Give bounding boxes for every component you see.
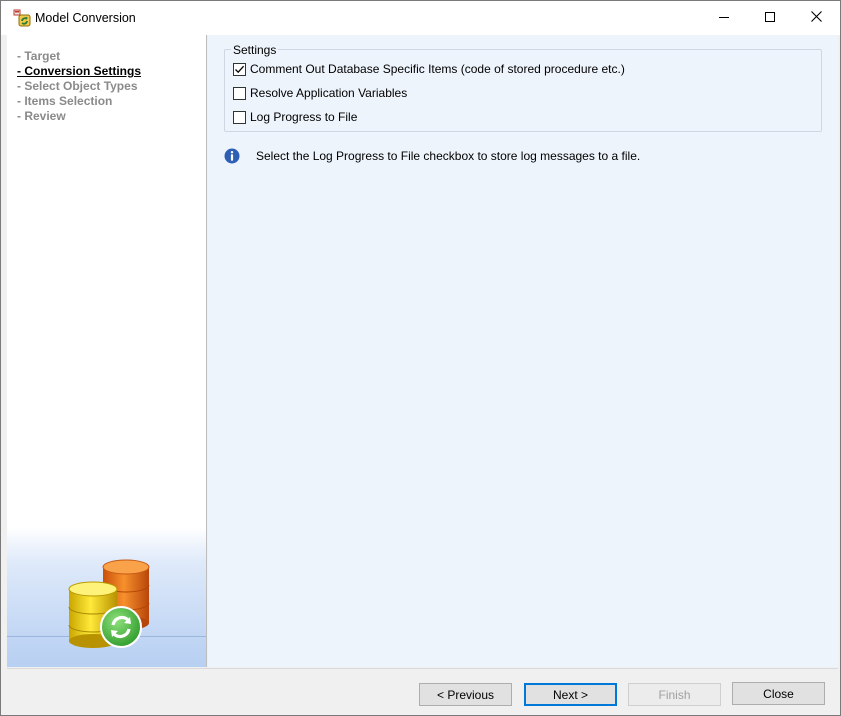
close-icon xyxy=(810,11,822,25)
next-button[interactable]: Next > xyxy=(524,683,617,706)
wizard-sidebar: - Target - Conversion Settings - Select … xyxy=(7,35,207,667)
minimize-icon xyxy=(719,11,729,25)
finish-button[interactable]: Finish xyxy=(628,683,721,706)
window-title: Model Conversion xyxy=(35,11,136,25)
comment-out-db-items-checkbox[interactable]: Comment Out Database Specific Items (cod… xyxy=(233,61,625,77)
step-items-selection: - Items Selection xyxy=(17,94,113,108)
button-bar: < Previous Next > Finish Close xyxy=(7,668,838,714)
minimize-button[interactable] xyxy=(701,1,747,35)
checkbox-box[interactable] xyxy=(233,110,246,124)
log-progress-checkbox[interactable]: Log Progress to File xyxy=(233,109,357,125)
checkbox-box[interactable] xyxy=(233,86,246,100)
step-target: - Target xyxy=(17,49,61,63)
settings-legend: Settings xyxy=(231,43,279,57)
close-window-button[interactable] xyxy=(793,1,839,35)
sidebar-banner xyxy=(7,527,206,667)
model-conversion-window: Model Conversion - Target - Conversion S… xyxy=(0,0,841,716)
maximize-button[interactable] xyxy=(747,1,793,35)
wizard-content: Settings Comment Out Database Specific I… xyxy=(208,35,838,667)
info-text: Select the Log Progress to File checkbox… xyxy=(256,149,641,163)
previous-button[interactable]: < Previous xyxy=(419,683,512,706)
maximize-icon xyxy=(765,11,775,25)
checkbox-box[interactable] xyxy=(233,62,246,76)
title-bar[interactable]: Model Conversion xyxy=(1,1,840,35)
step-conversion-settings: - Conversion Settings xyxy=(17,64,142,78)
step-select-object-types: - Select Object Types xyxy=(17,79,138,93)
step-review: - Review xyxy=(17,109,66,123)
checkbox-label[interactable]: Comment Out Database Specific Items (cod… xyxy=(250,62,625,76)
model-conversion-icon xyxy=(13,9,31,27)
resolve-app-variables-checkbox[interactable]: Resolve Application Variables xyxy=(233,85,407,101)
info-message: Select the Log Progress to File checkbox… xyxy=(224,148,640,164)
database-refresh-icon xyxy=(63,559,153,651)
checkmark-icon xyxy=(235,65,245,73)
close-button[interactable]: Close xyxy=(732,682,825,705)
settings-group: Settings Comment Out Database Specific I… xyxy=(224,44,822,132)
checkbox-label[interactable]: Log Progress to File xyxy=(250,110,357,124)
checkbox-label[interactable]: Resolve Application Variables xyxy=(250,86,407,100)
wizard-steps: - Target - Conversion Settings - Select … xyxy=(17,49,141,124)
info-icon xyxy=(224,148,240,164)
